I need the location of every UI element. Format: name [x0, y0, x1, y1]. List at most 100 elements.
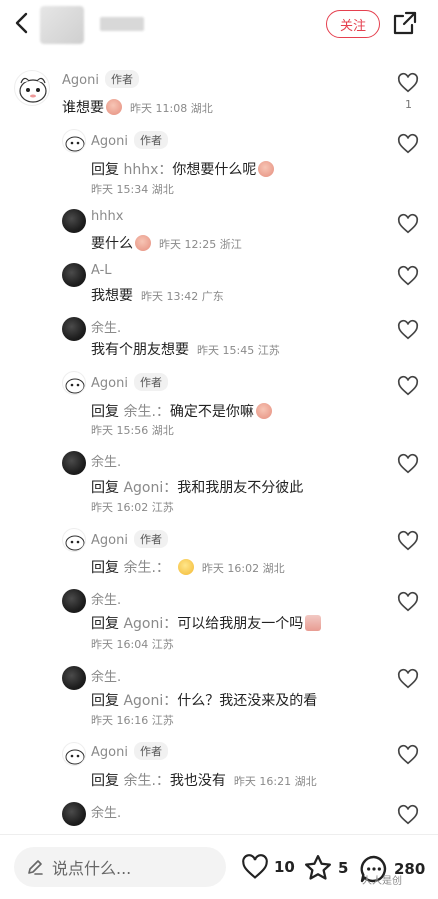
reply-comment: 余生. 回复 Agoni：可以给我朋友一个吗 昨天 16:04 江苏 — [0, 585, 438, 655]
avatar[interactable] — [62, 371, 86, 395]
comment-text[interactable]: 我有个朋友想要 昨天 15:45 江苏 — [91, 339, 280, 359]
avatar[interactable] — [62, 528, 86, 552]
heart-icon — [242, 854, 268, 879]
comment-username[interactable]: hhhx — [91, 209, 123, 224]
comment-username[interactable]: Agoni 作者 — [62, 70, 139, 88]
avatar[interactable] — [14, 70, 50, 106]
reply-comment: 余生. 我有个朋友想要 昨天 15:45 江苏 — [0, 313, 438, 361]
comment-username[interactable]: 余生. — [91, 666, 121, 685]
cartoon-avatar-icon — [19, 77, 47, 103]
comment-meta: 昨天 15:34 湖北 — [91, 183, 174, 196]
reply-comment: 余生. — [0, 798, 438, 834]
comment-meta: 昨天 16:16 江苏 — [91, 714, 174, 727]
share-icon[interactable] — [392, 10, 418, 36]
comment-text[interactable]: 回复 hhhx：你想要什么呢 — [91, 159, 275, 179]
like-heart-icon[interactable] — [397, 213, 419, 235]
like-heart-icon[interactable] — [397, 453, 419, 475]
comment-text[interactable]: 要什么 昨天 12:25 浙江 — [91, 233, 242, 253]
comment-meta: 昨天 16:04 江苏 — [91, 638, 174, 651]
comment-thread: Agoni 作者 谁想要 昨天 11:08 湖北 1 — [0, 60, 438, 120]
like-stat[interactable]: 10 — [240, 853, 295, 881]
top-bar: 关注 — [0, 0, 438, 50]
like-count: 1 — [405, 98, 412, 111]
author-tag: 作者 — [133, 530, 168, 548]
avatar[interactable] — [62, 802, 86, 826]
comment-username[interactable]: Agoni 作者 — [91, 131, 168, 149]
avatar[interactable] — [62, 666, 86, 690]
cartoon-avatar-icon — [65, 136, 85, 152]
like-heart-icon[interactable] — [397, 265, 419, 287]
avatar[interactable] — [62, 317, 86, 341]
follow-button[interactable]: 关注 — [326, 10, 380, 38]
comment-username[interactable]: 余生. — [91, 589, 121, 608]
cartoon-avatar-icon — [65, 749, 85, 765]
comment-username[interactable]: Agoni 作者 — [91, 373, 168, 391]
reply-comment: 余生. 回复 Agoni：我和我朋友不分彼此 昨天 16:02 江苏 — [0, 447, 438, 517]
author-tag: 作者 — [104, 70, 139, 88]
comment-meta: 昨天 16:02 湖北 — [201, 562, 285, 575]
comment-text[interactable]: 谁想要 昨天 11:08 湖北 — [62, 97, 213, 117]
comment-meta: 昨天 16:02 江苏 — [91, 501, 174, 514]
like-heart-icon[interactable] — [397, 133, 419, 155]
sticker-emoji-icon — [305, 615, 322, 631]
comment-username[interactable]: 余生. — [91, 317, 121, 336]
peach-emoji-icon — [258, 161, 275, 177]
comment-input-placeholder: 说点什么... — [52, 859, 132, 878]
avatar[interactable] — [62, 742, 86, 766]
comment-username[interactable]: 余生. — [91, 451, 121, 470]
cartoon-avatar-icon — [65, 535, 85, 551]
avatar[interactable] — [62, 209, 86, 233]
favorite-stat[interactable]: 5 — [302, 853, 348, 883]
watermark: 人人是创 — [362, 876, 402, 887]
like-heart-icon[interactable] — [397, 375, 419, 397]
reply-comment: hhhx 要什么 昨天 12:25 浙江 — [0, 205, 438, 253]
bottom-action-bar: 说点什么... 10 5 280 — [0, 834, 438, 899]
like-heart-icon[interactable] — [397, 668, 419, 690]
comment-text[interactable]: 回复 余生.： 昨天 16:02 湖北 — [91, 557, 285, 577]
author-tag: 作者 — [133, 373, 168, 391]
avatar[interactable] — [62, 589, 86, 613]
back-arrow-icon[interactable] — [8, 8, 38, 38]
reply-comment: Agoni 作者 回复 hhhx：你想要什么呢 昨天 15:34 湖北 — [0, 125, 438, 196]
comment-meta: 昨天 12:25 浙江 — [159, 238, 242, 251]
comment-meta: 昨天 15:56 湖北 — [91, 424, 174, 437]
like-heart-icon[interactable] — [397, 530, 419, 552]
comment-username[interactable]: A-L — [91, 263, 112, 278]
reply-comment: Agoni 作者 回复 余生.：我也没有 昨天 16:21 湖北 — [0, 738, 438, 792]
like-heart-icon[interactable] — [397, 72, 419, 94]
reply-comment: A-L 我想要 昨天 13:42 广东 — [0, 259, 438, 307]
peach-emoji-icon — [106, 99, 122, 115]
star-icon — [305, 855, 331, 880]
comment-meta: 昨天 15:45 江苏 — [197, 344, 280, 357]
comment-text[interactable]: 回复 Agoni：可以给我朋友一个吗 — [91, 613, 322, 633]
like-heart-icon[interactable] — [397, 319, 419, 341]
comment-meta: 昨天 11:08 湖北 — [130, 102, 213, 115]
smile-emoji-icon — [177, 559, 194, 575]
comment-text[interactable]: 回复 Agoni：我和我朋友不分彼此 — [91, 477, 303, 497]
comment-text[interactable]: 我想要 昨天 13:42 广东 — [91, 285, 224, 305]
like-heart-icon[interactable] — [397, 744, 419, 766]
avatar[interactable] — [62, 129, 86, 153]
comment-text[interactable]: 回复 Agoni：什么？我还没来及的看 — [91, 690, 317, 710]
comment-username[interactable]: Agoni 作者 — [91, 530, 168, 548]
comment-username[interactable]: 余生. — [91, 802, 121, 821]
comment-text[interactable]: 回复 余生.：我也没有 昨天 16:21 湖北 — [91, 770, 317, 790]
like-heart-icon[interactable] — [397, 591, 419, 613]
pen-icon — [28, 860, 43, 875]
avatar[interactable] — [62, 451, 86, 475]
like-heart-icon[interactable] — [397, 804, 419, 826]
comment-text[interactable]: 回复 余生.：确定不是你嘛 — [91, 401, 272, 421]
author-avatar[interactable] — [40, 6, 84, 44]
author-name-blurred[interactable] — [100, 17, 144, 31]
author-tag: 作者 — [133, 131, 168, 149]
comment-meta: 昨天 16:21 湖北 — [233, 775, 317, 788]
reply-comment: Agoni 作者 回复 余生.： 昨天 16:02 湖北 — [0, 524, 438, 578]
avatar[interactable] — [62, 263, 86, 287]
reply-comment: Agoni 作者 回复 余生.：确定不是你嘛 昨天 15:56 湖北 — [0, 367, 438, 437]
author-tag: 作者 — [133, 742, 168, 760]
comment-meta: 昨天 13:42 广东 — [141, 290, 224, 303]
cartoon-avatar-icon — [65, 378, 85, 394]
peach-emoji-icon — [135, 235, 151, 251]
comment-input[interactable]: 说点什么... — [14, 847, 226, 887]
comment-username[interactable]: Agoni 作者 — [91, 742, 168, 760]
